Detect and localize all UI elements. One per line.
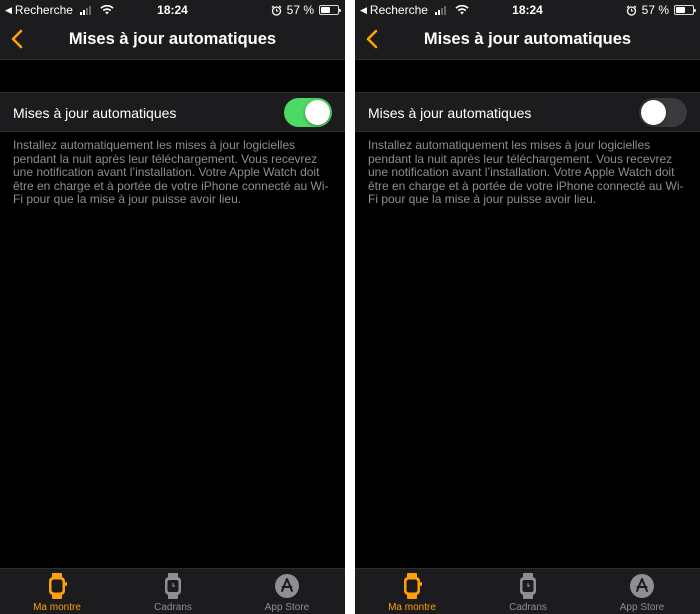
toggle-knob xyxy=(641,100,666,125)
tab-app-store[interactable]: App Store xyxy=(247,573,327,613)
watch-icon xyxy=(49,573,67,599)
toggle-knob xyxy=(305,100,330,125)
page-title: Mises à jour automatiques xyxy=(423,30,632,48)
battery-percent: 57 % xyxy=(286,3,314,17)
battery-icon xyxy=(319,5,341,15)
setting-label: Mises à jour automatiques xyxy=(13,105,177,121)
auto-update-setting-row: Mises à jour automatiques xyxy=(355,92,700,132)
setting-label: Mises à jour automatiques xyxy=(368,105,532,121)
auto-update-toggle[interactable] xyxy=(639,98,687,127)
tab-bar: Ma montre Cadrans App Store xyxy=(0,568,345,614)
tab-watch-faces[interactable]: Cadrans xyxy=(133,573,213,613)
status-bar: ◀ Recherche 18:24 57 % xyxy=(355,0,700,20)
tab-my-watch[interactable]: Ma montre xyxy=(17,573,97,613)
alarm-icon xyxy=(626,5,637,16)
auto-update-setting-row: Mises à jour automatiques xyxy=(0,92,345,132)
tab-bar: Ma montre Cadrans App Store xyxy=(355,568,700,614)
alarm-icon xyxy=(271,5,282,16)
tab-app-store[interactable]: App Store xyxy=(602,573,682,613)
tab-label: Ma montre xyxy=(33,602,81,613)
phone-screen-left: ◀ Recherche 18:24 57 % Mises à jour auto… xyxy=(0,0,345,614)
battery-fill xyxy=(676,7,686,13)
app-store-icon xyxy=(275,574,299,598)
app-store-icon xyxy=(630,574,654,598)
navigation-bar: Mises à jour automatiques xyxy=(0,20,345,60)
battery-percent: 57 % xyxy=(641,3,669,17)
tab-label: Cadrans xyxy=(154,602,192,613)
battery-icon xyxy=(674,5,696,15)
tab-watch-faces[interactable]: Cadrans xyxy=(488,573,568,613)
setting-footer-text: Installez automatiquement les mises à jo… xyxy=(13,138,329,207)
tab-label: App Store xyxy=(264,602,310,613)
auto-update-toggle[interactable] xyxy=(284,98,332,127)
watch-face-icon xyxy=(520,573,536,599)
phone-screen-right: ◀ Recherche 18:24 57 % Mises à jour auto… xyxy=(355,0,700,614)
tab-label: Ma montre xyxy=(388,602,436,613)
watch-icon xyxy=(404,573,422,599)
watch-face-icon xyxy=(165,573,181,599)
page-title: Mises à jour automatiques xyxy=(68,30,277,48)
tab-label: App Store xyxy=(619,602,665,613)
setting-footer-text: Installez automatiquement les mises à jo… xyxy=(368,138,684,207)
tab-label: Cadrans xyxy=(509,602,547,613)
tab-my-watch[interactable]: Ma montre xyxy=(372,573,452,613)
status-bar: ◀ Recherche 18:24 57 % xyxy=(0,0,345,20)
navigation-bar: Mises à jour automatiques xyxy=(355,20,700,60)
battery-fill xyxy=(321,7,331,13)
